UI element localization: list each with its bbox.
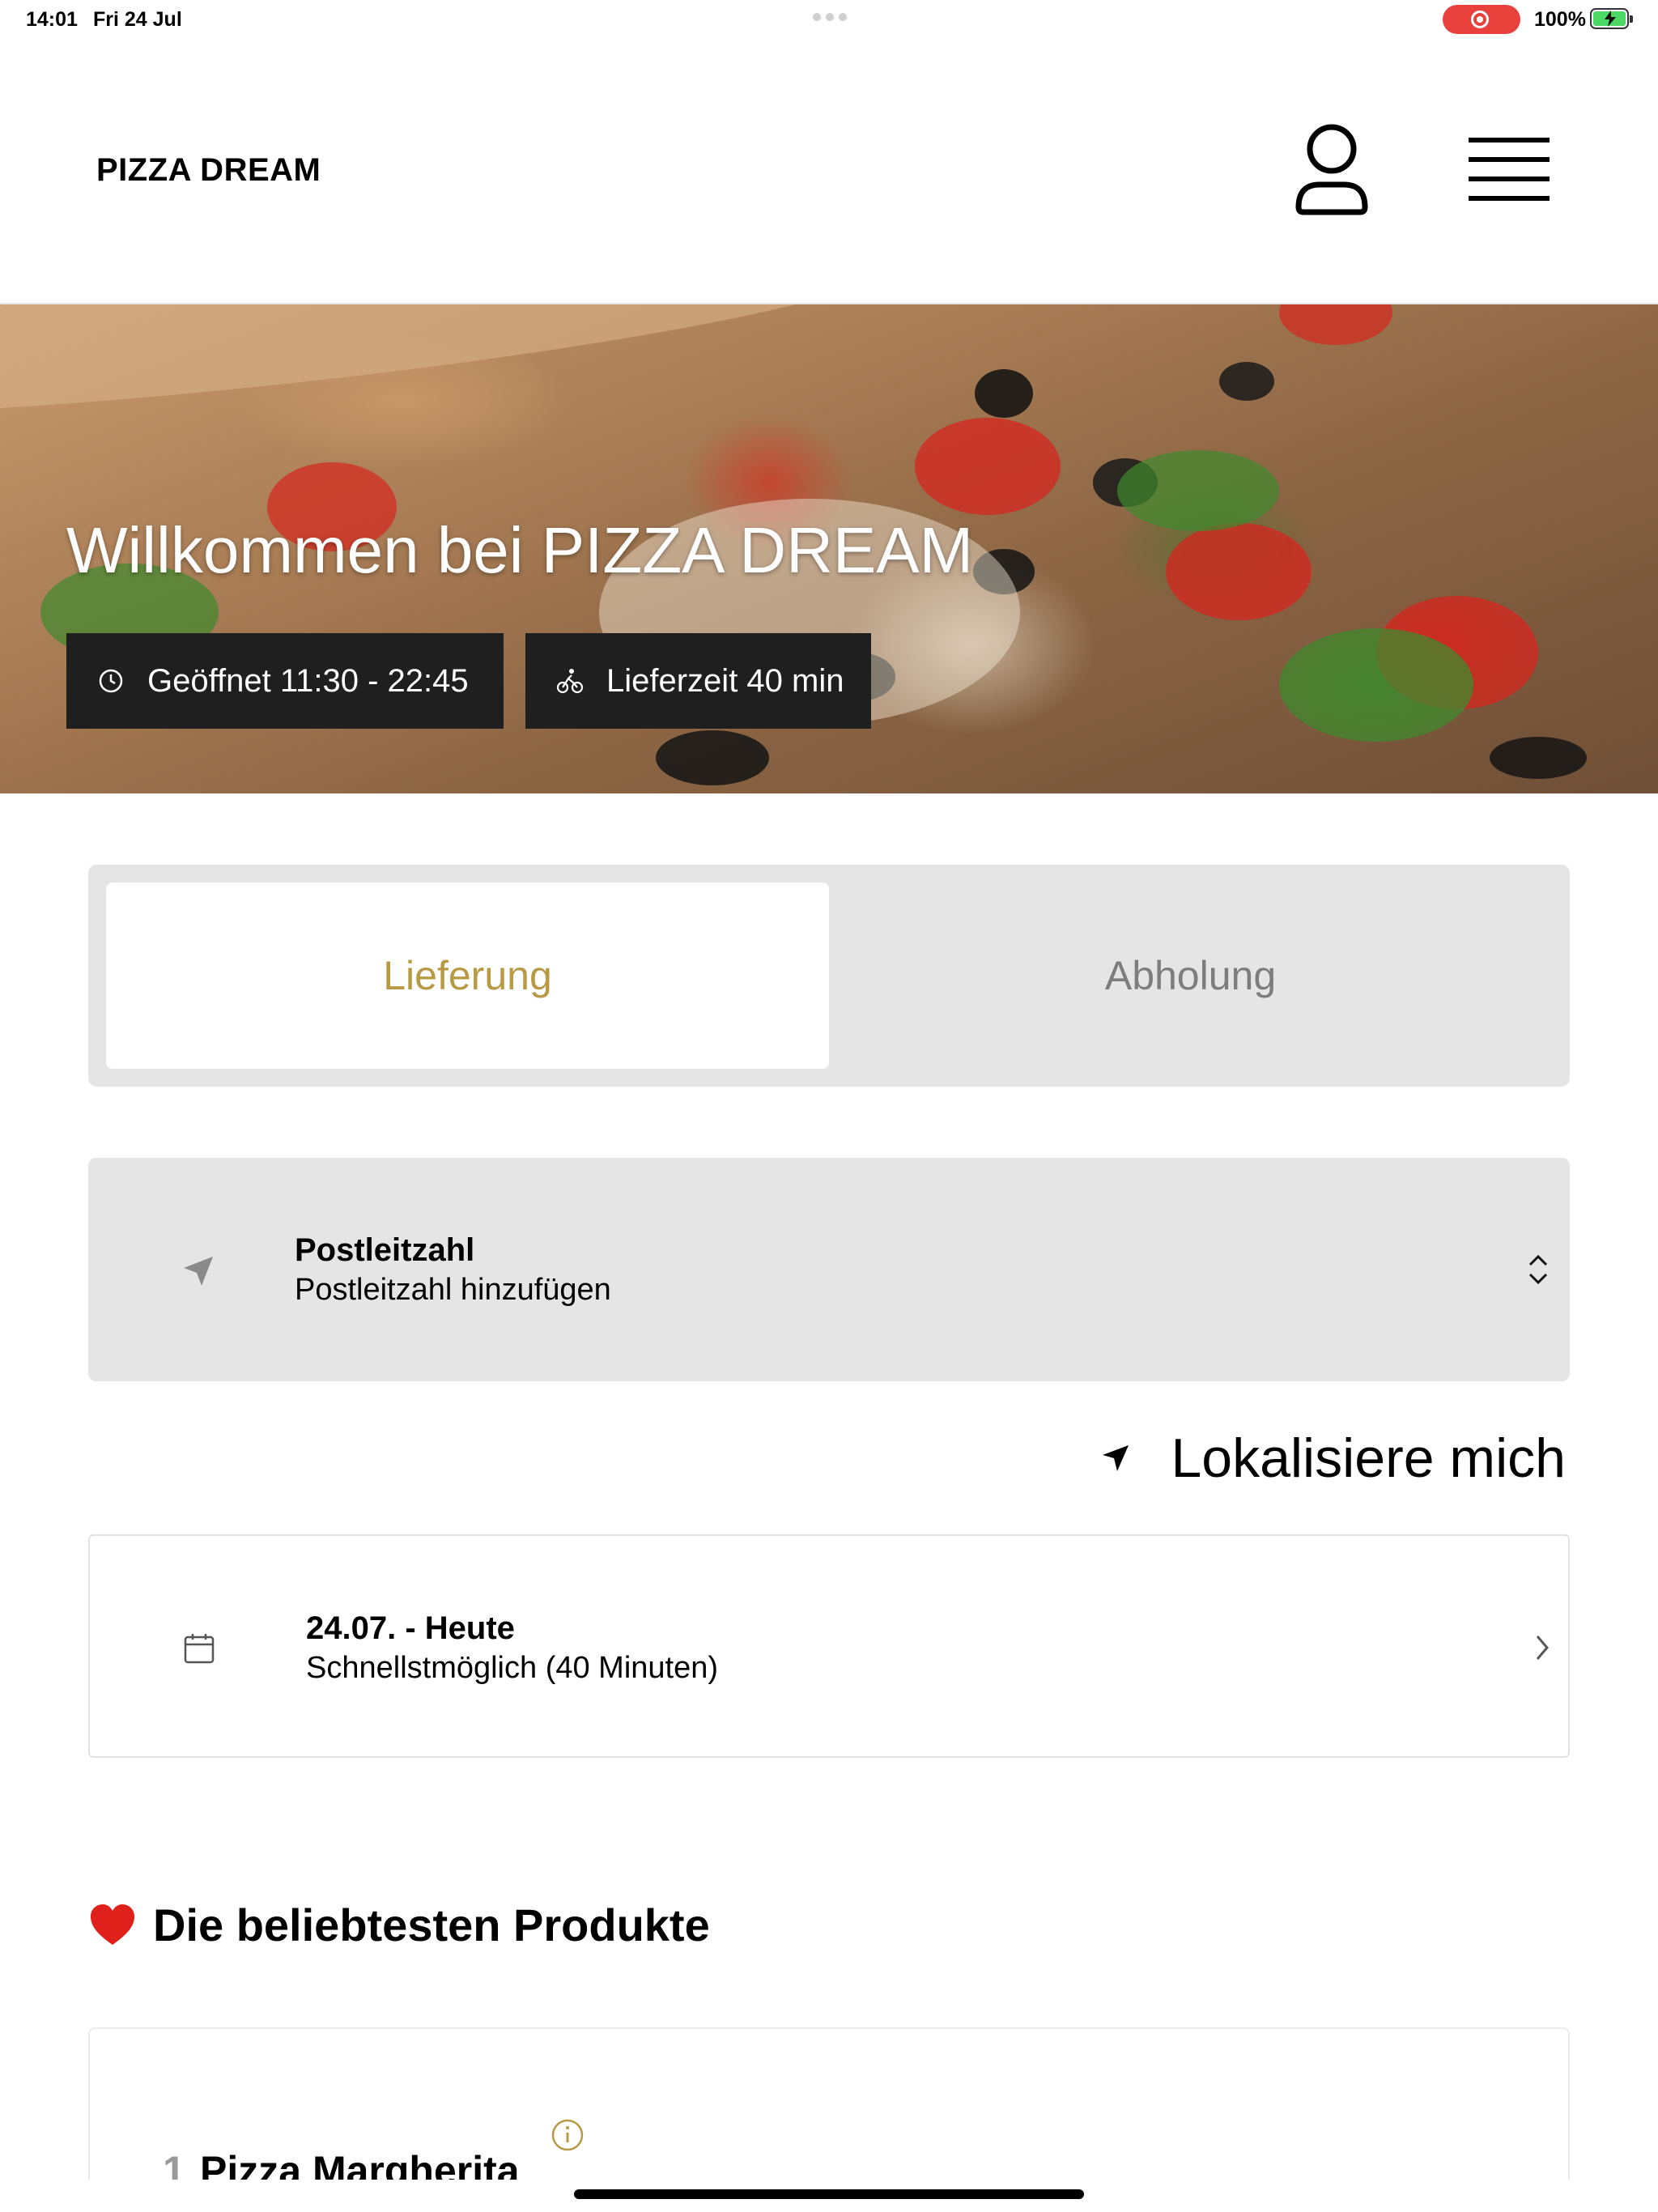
battery-percentage: 100%	[1534, 8, 1586, 31]
account-button[interactable]	[1287, 120, 1376, 217]
status-date: Fri 24 Jul	[93, 8, 182, 31]
heart-icon	[91, 1904, 134, 1945]
chevron-right-icon	[1536, 1636, 1549, 1660]
order-mode-toggle: Lieferung Abholung	[88, 865, 1570, 1087]
brand-logo[interactable]: PIZZA DREAM	[96, 152, 321, 189]
menu-button[interactable]	[1457, 133, 1558, 206]
battery-icon	[1590, 8, 1633, 29]
cyclist-icon	[556, 669, 584, 694]
hero-title: Willkommen bei PIZZA DREAM	[66, 514, 974, 586]
info-icon[interactable]	[551, 2118, 585, 2152]
app-header: PIZZA DREAM	[0, 39, 1658, 304]
screen-recording-icon[interactable]	[1443, 5, 1520, 34]
tab-delivery[interactable]: Lieferung	[106, 883, 829, 1069]
opening-hours-text: Geöffnet 11:30 - 22:45	[147, 662, 469, 699]
person-icon	[1295, 124, 1368, 215]
location-arrow-icon	[1103, 1445, 1129, 1471]
delivery-time-badge: Lieferzeit 40 min	[525, 633, 871, 729]
postcode-placeholder: Postleitzahl hinzufügen	[295, 1273, 611, 1307]
location-arrow-icon	[184, 1257, 213, 1286]
status-bar: 14:01 Fri 24 Jul 100%	[0, 0, 1658, 39]
tab-pickup[interactable]: Abholung	[829, 883, 1552, 1069]
popular-products-heading: Die beliebtesten Produkte	[88, 1899, 710, 1951]
popular-products-title: Die beliebtesten Produkte	[153, 1899, 710, 1950]
calendar-icon	[184, 1634, 215, 1664]
multitasking-dots[interactable]	[813, 13, 847, 21]
hero-banner: Willkommen bei PIZZA DREAM Geöffnet 11:3…	[0, 304, 1658, 793]
locate-me-button[interactable]: Lokalisiere mich	[1101, 1427, 1566, 1490]
clock-icon	[99, 669, 123, 693]
delivery-date: 24.07. - Heute	[306, 1610, 515, 1646]
opening-hours-badge: Geöffnet 11:30 - 22:45	[66, 633, 504, 729]
status-time: 14:01	[26, 8, 78, 31]
home-indicator[interactable]	[574, 2189, 1084, 2199]
delivery-time-text: Lieferzeit 40 min	[606, 662, 844, 699]
updown-chevron-icon	[1528, 1254, 1548, 1285]
postcode-label: Postleitzahl	[295, 1232, 475, 1268]
locate-me-label: Lokalisiere mich	[1171, 1427, 1566, 1489]
hamburger-menu-icon	[1469, 138, 1550, 201]
postcode-selector[interactable]: Postleitzahl Postleitzahl hinzufügen	[88, 1158, 1570, 1381]
delivery-time-selector[interactable]: 24.07. - Heute Schnellstmöglich (40 Minu…	[88, 1534, 1570, 1758]
delivery-eta: Schnellstmöglich (40 Minuten)	[306, 1651, 719, 1685]
